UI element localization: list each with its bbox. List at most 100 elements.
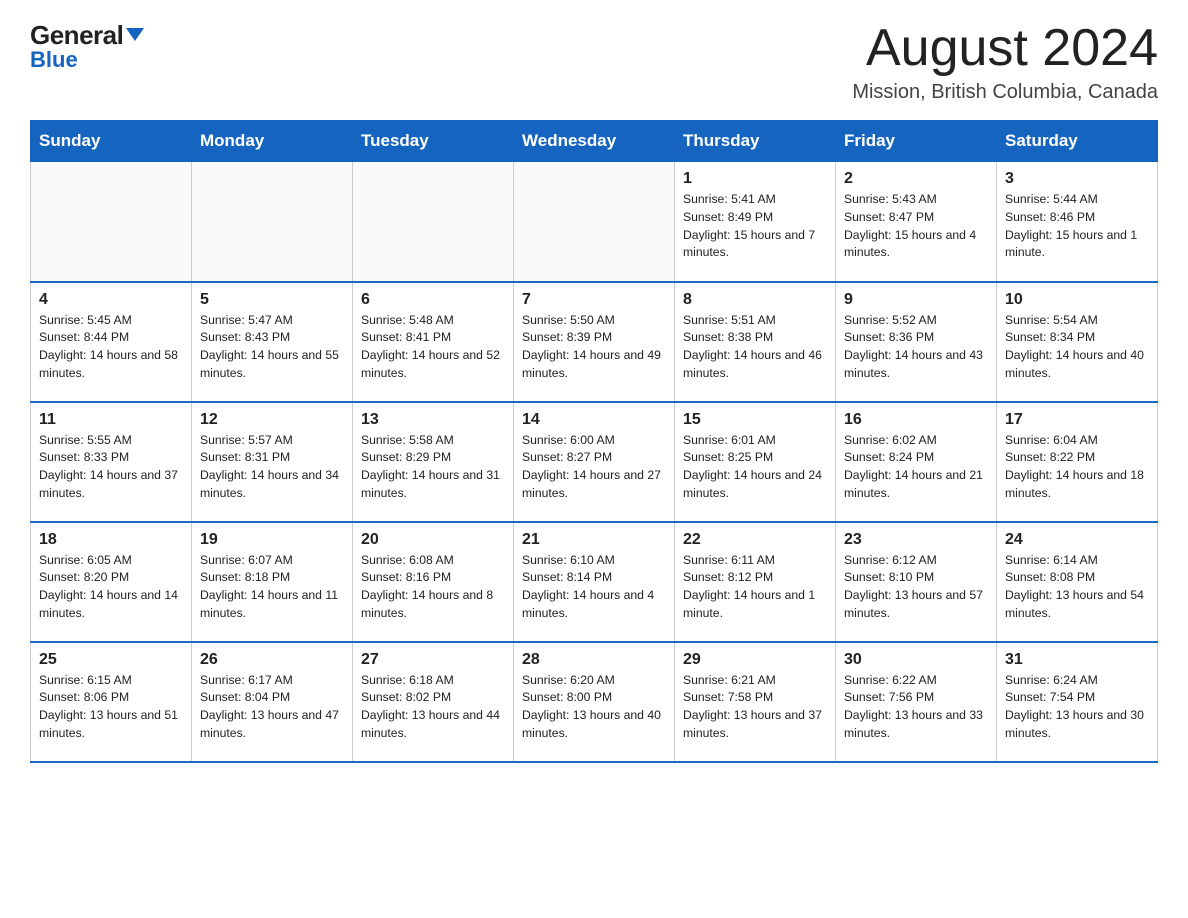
table-row: 5 Sunrise: 5:47 AMSunset: 8:43 PMDaylight…: [192, 282, 353, 402]
day-number: 8: [683, 291, 827, 309]
logo: General Blue: [30, 20, 144, 73]
table-row: 9Sunrise: 5:52 AMSunset: 8:36 PMDaylight…: [836, 282, 997, 402]
day-info: Sunrise: 6:15 AMSunset: 8:06 PMDaylight:…: [39, 672, 183, 743]
day-number: 13: [361, 411, 505, 429]
day-number: 10: [1005, 291, 1149, 309]
day-number: 25: [39, 651, 183, 669]
day-number: 11: [39, 411, 183, 429]
table-row: 3 Sunrise: 5:44 AMSunset: 8:46 PMDaylight…: [997, 162, 1158, 282]
table-row: 2 Sunrise: 5:43 AMSunset: 8:47 PMDaylight…: [836, 162, 997, 282]
table-row: 16 Sunrise: 6:02 AMSunset: 8:24 PMDayligh…: [836, 402, 997, 522]
day-info: Sunrise: 5:44 AMSunset: 8:46 PMDaylight:…: [1005, 191, 1149, 262]
day-info: Sunrise: 5:41 AMSunset: 8:49 PMDaylight:…: [683, 191, 827, 262]
day-info: Sunrise: 5:43 AMSunset: 8:47 PMDaylight:…: [844, 191, 988, 262]
calendar-week-row: 1 Sunrise: 5:41 AMSunset: 8:49 PMDaylight…: [31, 162, 1158, 282]
day-number: 24: [1005, 531, 1149, 549]
table-row: 31 Sunrise: 6:24 AMSunset: 7:54 PMDayligh…: [997, 642, 1158, 762]
table-row: 22 Sunrise: 6:11 AMSunset: 8:12 PMDayligh…: [675, 522, 836, 642]
table-row: 13 Sunrise: 5:58 AMSunset: 8:29 PMDayligh…: [353, 402, 514, 522]
day-info: Sunrise: 6:00 AMSunset: 8:27 PMDaylight:…: [522, 432, 666, 503]
day-info: Sunrise: 6:07 AMSunset: 8:18 PMDaylight:…: [200, 552, 344, 623]
day-number: 28: [522, 651, 666, 669]
day-number: 30: [844, 651, 988, 669]
day-number: 5: [200, 291, 344, 309]
table-row: 29 Sunrise: 6:21 AMSunset: 7:58 PMDayligh…: [675, 642, 836, 762]
day-number: 17: [1005, 411, 1149, 429]
table-row: 4Sunrise: 5:45 AMSunset: 8:44 PMDaylight…: [31, 282, 192, 402]
table-row: 27 Sunrise: 6:18 AMSunset: 8:02 PMDayligh…: [353, 642, 514, 762]
day-info: Sunrise: 6:18 AMSunset: 8:02 PMDaylight:…: [361, 672, 505, 743]
day-number: 3: [1005, 170, 1149, 188]
table-row: [353, 162, 514, 282]
day-number: 16: [844, 411, 988, 429]
day-number: 18: [39, 531, 183, 549]
day-number: 2: [844, 170, 988, 188]
table-row: 10 Sunrise: 5:54 AMSunset: 8:34 PMDayligh…: [997, 282, 1158, 402]
day-number: 9: [844, 291, 988, 309]
table-row: 21 Sunrise: 6:10 AMSunset: 8:14 PMDayligh…: [514, 522, 675, 642]
header-sunday: Sunday: [31, 121, 192, 162]
table-row: [514, 162, 675, 282]
table-row: 17 Sunrise: 6:04 AMSunset: 8:22 PMDayligh…: [997, 402, 1158, 522]
day-number: 20: [361, 531, 505, 549]
day-info: Sunrise: 5:58 AMSunset: 8:29 PMDaylight:…: [361, 432, 505, 503]
day-info: Sunrise: 6:20 AMSunset: 8:00 PMDaylight:…: [522, 672, 666, 743]
day-info: Sunrise: 5:51 AMSunset: 8:38 PMDaylight:…: [683, 312, 827, 383]
day-info: Sunrise: 5:55 AMSunset: 8:33 PMDaylight:…: [39, 432, 183, 503]
table-row: 24Sunrise: 6:14 AMSunset: 8:08 PMDayligh…: [997, 522, 1158, 642]
table-row: 25 Sunrise: 6:15 AMSunset: 8:06 PMDayligh…: [31, 642, 192, 762]
day-number: 1: [683, 170, 827, 188]
day-number: 14: [522, 411, 666, 429]
day-number: 19: [200, 531, 344, 549]
day-info: Sunrise: 5:50 AMSunset: 8:39 PMDaylight:…: [522, 312, 666, 383]
day-number: 4: [39, 291, 183, 309]
day-number: 6: [361, 291, 505, 309]
day-number: 22: [683, 531, 827, 549]
table-row: 19 Sunrise: 6:07 AMSunset: 8:18 PMDayligh…: [192, 522, 353, 642]
calendar-header-row: Sunday Monday Tuesday Wednesday Thursday…: [31, 121, 1158, 162]
table-row: 18 Sunrise: 6:05 AMSunset: 8:20 PMDayligh…: [31, 522, 192, 642]
table-row: 26Sunrise: 6:17 AMSunset: 8:04 PMDayligh…: [192, 642, 353, 762]
table-row: 14 Sunrise: 6:00 AMSunset: 8:27 PMDayligh…: [514, 402, 675, 522]
day-info: Sunrise: 6:04 AMSunset: 8:22 PMDaylight:…: [1005, 432, 1149, 503]
day-info: Sunrise: 6:12 AMSunset: 8:10 PMDaylight:…: [844, 552, 988, 623]
day-info: Sunrise: 6:22 AMSunset: 7:56 PMDaylight:…: [844, 672, 988, 743]
table-row: 20Sunrise: 6:08 AMSunset: 8:16 PMDayligh…: [353, 522, 514, 642]
calendar-week-row: 25 Sunrise: 6:15 AMSunset: 8:06 PMDayligh…: [31, 642, 1158, 762]
day-info: Sunrise: 6:05 AMSunset: 8:20 PMDaylight:…: [39, 552, 183, 623]
header-friday: Friday: [836, 121, 997, 162]
table-row: 1 Sunrise: 5:41 AMSunset: 8:49 PMDaylight…: [675, 162, 836, 282]
day-info: Sunrise: 5:48 AMSunset: 8:41 PMDaylight:…: [361, 312, 505, 383]
table-row: [192, 162, 353, 282]
header-wednesday: Wednesday: [514, 121, 675, 162]
day-number: 31: [1005, 651, 1149, 669]
day-number: 12: [200, 411, 344, 429]
day-info: Sunrise: 6:11 AMSunset: 8:12 PMDaylight:…: [683, 552, 827, 623]
table-row: 6 Sunrise: 5:48 AMSunset: 8:41 PMDaylight…: [353, 282, 514, 402]
day-info: Sunrise: 5:47 AMSunset: 8:43 PMDaylight:…: [200, 312, 344, 383]
day-info: Sunrise: 6:01 AMSunset: 8:25 PMDaylight:…: [683, 432, 827, 503]
day-number: 15: [683, 411, 827, 429]
table-row: 23 Sunrise: 6:12 AMSunset: 8:10 PMDayligh…: [836, 522, 997, 642]
day-number: 27: [361, 651, 505, 669]
day-info: Sunrise: 6:24 AMSunset: 7:54 PMDaylight:…: [1005, 672, 1149, 743]
day-info: Sunrise: 6:17 AMSunset: 8:04 PMDaylight:…: [200, 672, 344, 743]
table-row: [31, 162, 192, 282]
day-number: 7: [522, 291, 666, 309]
day-info: Sunrise: 5:54 AMSunset: 8:34 PMDaylight:…: [1005, 312, 1149, 383]
day-info: Sunrise: 6:02 AMSunset: 8:24 PMDaylight:…: [844, 432, 988, 503]
table-row: 30 Sunrise: 6:22 AMSunset: 7:56 PMDayligh…: [836, 642, 997, 762]
day-number: 29: [683, 651, 827, 669]
location: Mission, British Columbia, Canada: [852, 81, 1158, 104]
header-tuesday: Tuesday: [353, 121, 514, 162]
header-thursday: Thursday: [675, 121, 836, 162]
title-area: August 2024 Mission, British Columbia, C…: [852, 20, 1158, 104]
logo-bottom: Blue: [30, 47, 78, 73]
day-info: Sunrise: 6:21 AMSunset: 7:58 PMDaylight:…: [683, 672, 827, 743]
day-number: 21: [522, 531, 666, 549]
header-monday: Monday: [192, 121, 353, 162]
calendar-week-row: 4Sunrise: 5:45 AMSunset: 8:44 PMDaylight…: [31, 282, 1158, 402]
day-info: Sunrise: 6:10 AMSunset: 8:14 PMDaylight:…: [522, 552, 666, 623]
header-saturday: Saturday: [997, 121, 1158, 162]
day-number: 23: [844, 531, 988, 549]
